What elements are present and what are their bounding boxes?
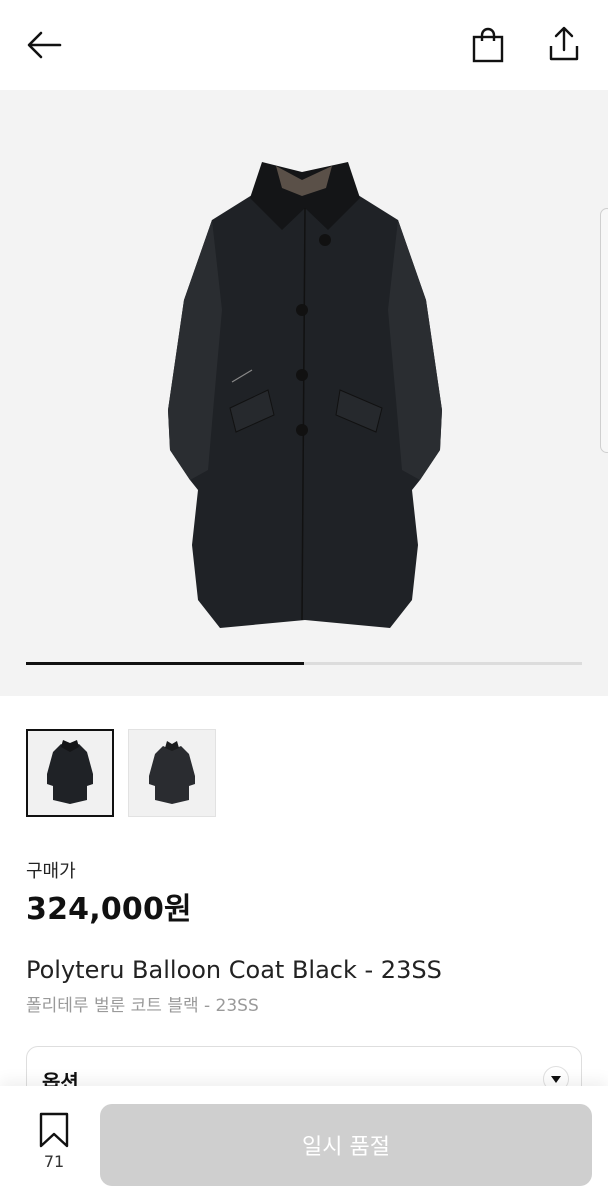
share-upload-icon bbox=[549, 26, 579, 61]
thumbnail-coat-image bbox=[149, 741, 195, 804]
arrow-left-icon bbox=[27, 31, 62, 59]
product-name-en: Polyteru Balloon Coat Black - 23SS bbox=[26, 956, 442, 984]
thumbnail-list bbox=[26, 729, 216, 817]
top-bar bbox=[0, 0, 608, 90]
thumbnail-2[interactable] bbox=[128, 729, 216, 817]
bottom-action-bar: 71 일시 품절 bbox=[0, 1086, 608, 1200]
back-button[interactable] bbox=[22, 26, 66, 64]
thumbnail-1[interactable] bbox=[26, 729, 114, 817]
gallery-progress-fill bbox=[26, 662, 304, 665]
wishlist-count: 71 bbox=[43, 1152, 65, 1171]
bookmark-icon bbox=[39, 1112, 69, 1148]
share-button[interactable] bbox=[542, 22, 586, 66]
wishlist-button[interactable]: 71 bbox=[26, 1112, 82, 1182]
product-image bbox=[168, 162, 442, 628]
cart-button[interactable] bbox=[466, 24, 510, 66]
next-image-peek[interactable] bbox=[600, 208, 608, 453]
sold-out-button[interactable]: 일시 품절 bbox=[100, 1104, 592, 1186]
price-label: 구매가 bbox=[26, 861, 76, 882]
product-price: 324,000원 bbox=[26, 892, 192, 927]
shopping-bag-icon bbox=[472, 27, 504, 63]
product-name-ko: 폴리테루 벌룬 코트 블랙 - 23SS bbox=[26, 996, 259, 1016]
thumbnail-coat-image bbox=[47, 740, 93, 804]
gallery-progress-bar bbox=[26, 662, 582, 665]
product-image-gallery[interactable] bbox=[0, 90, 608, 696]
